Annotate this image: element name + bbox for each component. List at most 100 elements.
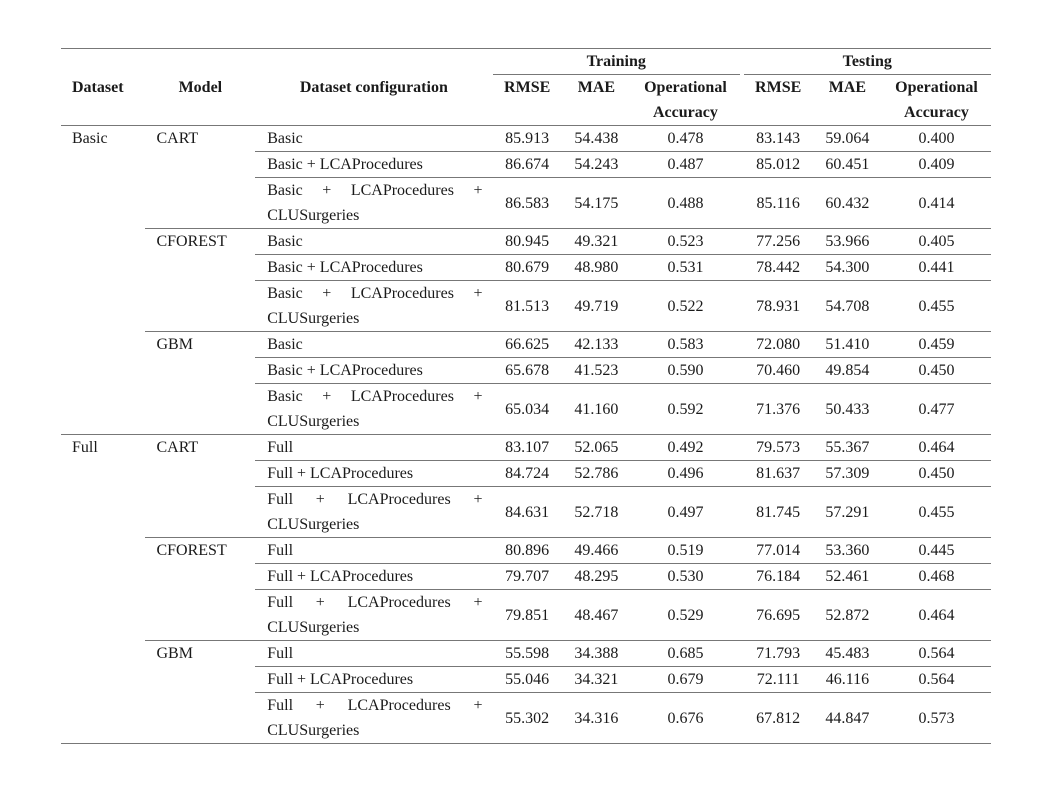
config-cell: Full + LCAProcedures + CLUSurgeries — [255, 486, 493, 538]
config-line-1: Basic + LCAProcedures + — [267, 281, 482, 306]
train-opacc-cell: 0.531 — [630, 254, 740, 281]
header-test-opacc-l1: Operational — [895, 79, 978, 96]
config-line-1: Basic + LCAProcedures + — [267, 384, 482, 409]
config-token: Full — [267, 594, 294, 611]
test-mae-cell: 46.116 — [812, 666, 882, 693]
header-config: Dataset configuration — [255, 48, 493, 126]
table-row: GBM Full 55.598 34.388 0.685 71.793 45.483 0.56… — [61, 640, 991, 744]
config-token: LCAProcedures — [350, 285, 454, 302]
train-rmse-cell: 55.598 — [492, 640, 562, 667]
train-opacc-cell: 0.530 — [630, 563, 740, 590]
train-opacc-cell: 0.488 — [630, 177, 740, 229]
test-opacc-cell: 0.405 — [881, 228, 991, 255]
train-mae-cell: 42.133 — [561, 331, 631, 358]
test-opacc-cell: 0.400 — [881, 125, 991, 152]
test-rmse-cell: 76.184 — [743, 563, 813, 590]
config-text: Basic + LCAProcedures + CLUSurgeries — [267, 178, 482, 228]
config-line-2: CLUSurgeries — [267, 207, 360, 224]
test-rmse-cell: 72.080 — [743, 331, 813, 358]
header-train-rmse: RMSE — [504, 79, 551, 96]
config-line-1: Full + LCAProcedures + — [267, 487, 482, 512]
test-opacc-cell: 0.564 — [881, 666, 991, 693]
config-cell: Full + LCAProcedures + CLUSurgeries — [255, 692, 493, 744]
train-opacc-cell: 0.583 — [630, 331, 740, 358]
config-line-1: Full + LCAProcedures + — [267, 693, 482, 718]
train-mae-cell: 34.321 — [561, 666, 631, 693]
config-line-2: CLUSurgeries — [267, 413, 360, 430]
config-token: LCAProcedures — [347, 594, 451, 611]
train-mae-cell: 49.321 — [561, 228, 631, 255]
header-test-mae: MAE — [828, 79, 867, 96]
train-rmse-cell: 81.513 — [492, 280, 562, 332]
config-cell: Basic + LCAProcedures + CLUSurgeries — [255, 177, 493, 229]
config-cell: Basic + LCAProcedures + CLUSurgeries — [255, 280, 493, 332]
config-token: + — [473, 491, 483, 508]
table-row: GBM Basic 66.625 42.133 0.583 72.080 51.410 0.4… — [61, 331, 991, 435]
test-rmse-cell: 76.695 — [743, 589, 813, 641]
train-rmse-cell: 80.679 — [492, 254, 562, 281]
test-mae-cell: 44.847 — [812, 692, 882, 744]
test-rmse-cell: 85.012 — [743, 151, 813, 178]
table-row: CFOREST Basic 80.945 49.321 0.523 77.256 53.96… — [61, 228, 991, 332]
train-rmse-cell: 79.707 — [492, 563, 562, 590]
model-cell: CART — [145, 125, 256, 229]
test-rmse-cell: 71.376 — [743, 383, 813, 435]
results-table: Dataset Model Dataset configuration Trai… — [61, 48, 991, 744]
train-opacc-cell: 0.529 — [630, 589, 740, 641]
config-cell: Full + LCAProcedures — [255, 666, 493, 693]
test-opacc-cell: 0.441 — [881, 254, 991, 281]
test-opacc-cell: 0.459 — [881, 331, 991, 358]
config-line-1: Basic + LCAProcedures + — [267, 178, 482, 203]
train-opacc-cell: 0.676 — [630, 692, 740, 744]
train-rmse-cell: 86.674 — [492, 151, 562, 178]
train-opacc-cell: 0.519 — [630, 537, 740, 564]
dataset-cell: Full — [61, 434, 146, 744]
test-rmse-cell: 70.460 — [743, 357, 813, 384]
test-opacc-cell: 0.464 — [881, 434, 991, 461]
train-rmse-cell: 65.678 — [492, 357, 562, 384]
config-line-2: CLUSurgeries — [267, 722, 360, 739]
train-opacc-cell: 0.685 — [630, 640, 740, 667]
config-cell: Basic + LCAProcedures — [255, 357, 493, 384]
config-token: + — [322, 388, 332, 405]
table-row: CFOREST Full 80.896 49.466 0.519 77.014 53.360… — [61, 537, 991, 641]
header-testing: Testing — [743, 48, 991, 75]
train-rmse-cell: 65.034 — [492, 383, 562, 435]
test-opacc-cell: 0.445 — [881, 537, 991, 564]
model-cell: CART — [145, 434, 256, 538]
test-mae-cell: 59.064 — [812, 125, 882, 152]
test-mae-cell: 49.854 — [812, 357, 882, 384]
config-text: Basic + LCAProcedures + CLUSurgeries — [267, 384, 482, 434]
header-train-opacc-l1: Operational — [644, 79, 727, 96]
test-mae-cell: 52.461 — [812, 563, 882, 590]
test-rmse-cell: 67.812 — [743, 692, 813, 744]
train-opacc-cell: 0.592 — [630, 383, 740, 435]
config-token: Basic — [267, 285, 303, 302]
train-rmse-cell: 85.913 — [492, 125, 562, 152]
train-mae-cell: 48.295 — [561, 563, 631, 590]
header-test-rmse: RMSE — [755, 79, 802, 96]
config-cell: Basic + LCAProcedures — [255, 254, 493, 281]
header-dataset: Dataset — [61, 48, 146, 126]
test-opacc-cell: 0.468 — [881, 563, 991, 590]
config-token: Full — [267, 697, 294, 714]
model-cell: CFOREST — [145, 228, 256, 332]
train-mae-cell: 52.786 — [561, 460, 631, 487]
test-opacc-cell: 0.455 — [881, 486, 991, 538]
test-mae-cell: 52.872 — [812, 589, 882, 641]
test-rmse-cell: 81.745 — [743, 486, 813, 538]
test-rmse-cell: 71.793 — [743, 640, 813, 667]
test-opacc-cell: 0.477 — [881, 383, 991, 435]
table-row: Basic CART Basic 85.913 54.438 0.478 83.143 59.… — [61, 125, 991, 435]
config-cell: Basic — [255, 331, 493, 358]
train-rmse-cell: 84.631 — [492, 486, 562, 538]
test-rmse-cell: 78.442 — [743, 254, 813, 281]
config-text: Full + LCAProcedures + CLUSurgeries — [267, 487, 482, 537]
train-opacc-cell: 0.679 — [630, 666, 740, 693]
config-cell: Full — [255, 537, 493, 564]
config-text: Full + LCAProcedures + CLUSurgeries — [267, 590, 482, 640]
config-cell: Full — [255, 640, 493, 667]
train-mae-cell: 34.388 — [561, 640, 631, 667]
test-mae-cell: 57.309 — [812, 460, 882, 487]
header-row-1: Dataset Model Dataset configuration Trai… — [61, 48, 991, 126]
